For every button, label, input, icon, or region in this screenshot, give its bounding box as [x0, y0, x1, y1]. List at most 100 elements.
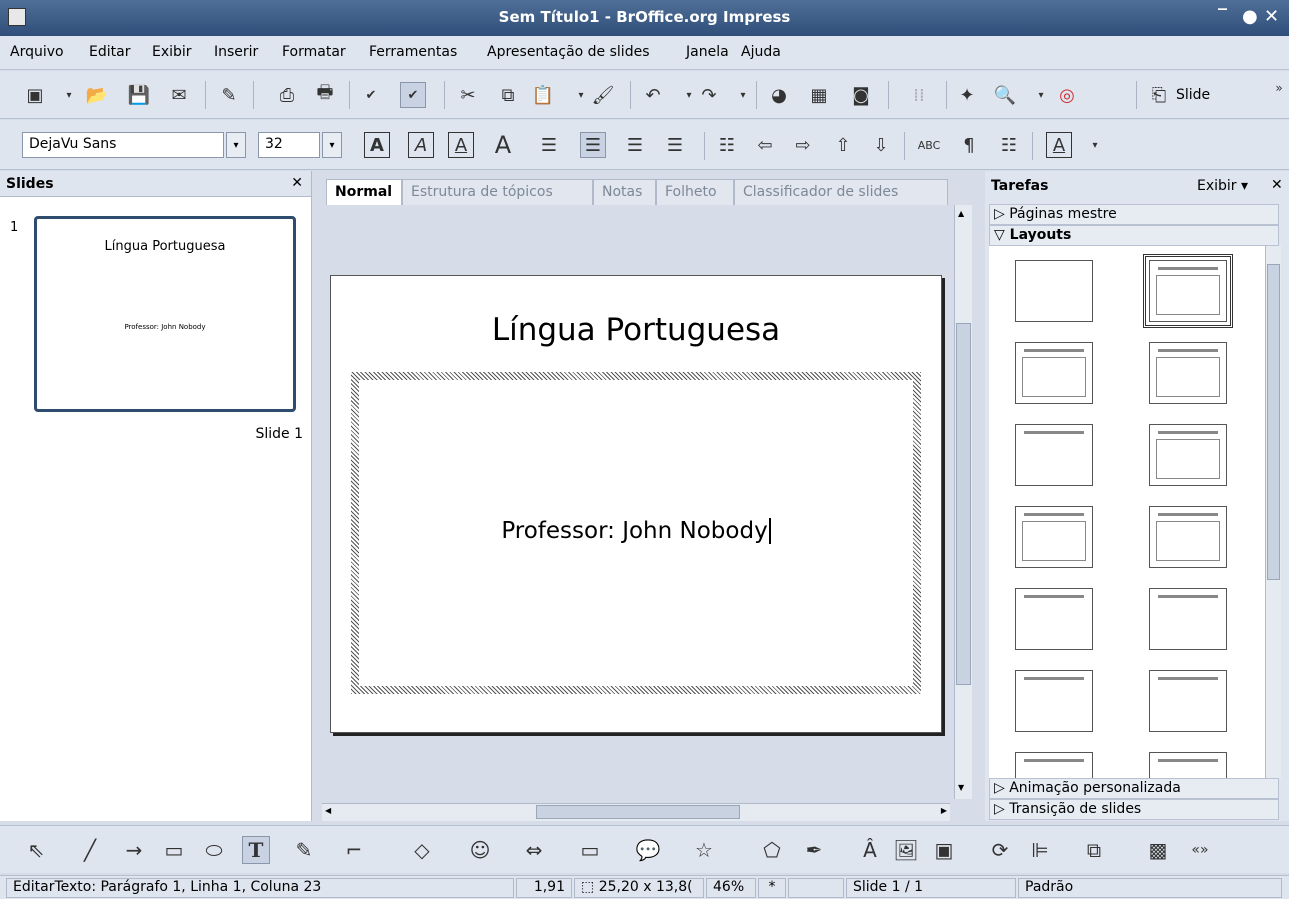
bold-icon[interactable]: A: [364, 132, 390, 158]
paste-icon[interactable]: 📋: [530, 82, 556, 108]
navigator-icon[interactable]: ✦: [954, 82, 980, 108]
layout-title-2-objects[interactable]: [1149, 752, 1227, 778]
format-paintbrush-icon[interactable]: 🖌: [590, 82, 616, 108]
block-arrows-icon[interactable]: ⇔: [520, 836, 548, 864]
rotate-icon[interactable]: ⟳: [986, 836, 1014, 864]
edit-file-icon[interactable]: ✎: [216, 82, 242, 108]
layout-text-chart[interactable]: [1149, 588, 1227, 650]
scroll-right-icon[interactable]: ▶: [941, 806, 947, 815]
horizontal-scrollbar[interactable]: ◀ ▶: [322, 803, 950, 821]
slide-thumbnail[interactable]: Língua Portuguesa Professor: John Nobody: [34, 216, 296, 412]
section-slide-transition[interactable]: ▷ Transição de slides: [989, 799, 1279, 820]
menu-janela[interactable]: Janela: [686, 44, 729, 60]
tab-handout[interactable]: Folheto: [656, 179, 734, 205]
menu-exibir[interactable]: Exibir: [152, 44, 192, 60]
layout-blank[interactable]: [1015, 260, 1093, 322]
horizontal-scroll-thumb[interactable]: [536, 805, 740, 819]
move-up-icon[interactable]: ⇧: [830, 132, 856, 158]
slide-body[interactable]: Professor: John Nobody: [331, 518, 941, 544]
grid-icon[interactable]: ⁞⁞: [906, 82, 932, 108]
help-icon[interactable]: ◎: [1054, 82, 1080, 108]
layouts-scrollbar[interactable]: [1265, 246, 1281, 778]
more-icon[interactable]: »: [1266, 75, 1289, 101]
justify-icon[interactable]: ☰: [662, 132, 688, 158]
font-name-dropdown-icon[interactable]: ▾: [226, 132, 246, 158]
menu-arquivo[interactable]: Arquivo: [10, 44, 64, 60]
promote-icon[interactable]: ⇦: [752, 132, 778, 158]
align-right-icon[interactable]: ☰: [622, 132, 648, 158]
menu-ferramentas[interactable]: Ferramentas: [369, 44, 457, 60]
layout-title-table[interactable]: [1149, 506, 1227, 568]
toggle-extrusion-icon[interactable]: «»: [1186, 836, 1214, 864]
layout-clipart-text[interactable]: [1015, 588, 1093, 650]
display-icon[interactable]: ◙: [848, 82, 874, 108]
from-file-icon[interactable]: 🖼: [892, 836, 920, 864]
email-icon[interactable]: ✉: [166, 82, 192, 108]
symbol-shapes-icon[interactable]: ☺: [466, 836, 494, 864]
align-left-icon[interactable]: ☰: [536, 132, 562, 158]
select-arrow-icon[interactable]: ⇖: [22, 836, 50, 864]
layout-text-clipart[interactable]: [1015, 670, 1093, 732]
character-icon[interactable]: ABC: [916, 132, 942, 158]
tab-slide-sorter[interactable]: Classificador de slides: [734, 179, 948, 205]
layouts-scroll-thumb[interactable]: [1267, 264, 1280, 580]
maximize-icon[interactable]: ●: [1242, 6, 1258, 27]
layout-title-chart[interactable]: [1015, 506, 1093, 568]
zoom-dropdown-icon[interactable]: ▾: [1028, 82, 1054, 108]
save-icon[interactable]: 💾: [126, 82, 152, 108]
slide-button-label[interactable]: Slide: [1176, 87, 1210, 103]
gallery-icon[interactable]: ▣: [930, 836, 958, 864]
autospell-icon[interactable]: ✔: [400, 82, 426, 108]
font-size-dropdown-icon[interactable]: ▾: [322, 132, 342, 158]
basic-shapes-icon[interactable]: ◇: [408, 836, 436, 864]
glue-points-icon[interactable]: ✒: [800, 836, 828, 864]
new-icon[interactable]: ▣: [22, 82, 48, 108]
align-center-icon[interactable]: ☰: [580, 132, 606, 158]
ellipse-icon[interactable]: ⬭: [200, 836, 228, 864]
table-icon[interactable]: ▦: [806, 82, 832, 108]
tab-normal[interactable]: Normal: [326, 179, 402, 205]
demote-icon[interactable]: ⇨: [790, 132, 816, 158]
slide-icon[interactable]: ⎗: [1146, 82, 1172, 108]
slide-title[interactable]: Língua Portuguesa: [331, 312, 941, 348]
menu-editar[interactable]: Editar: [89, 44, 130, 60]
tasks-close-icon[interactable]: ✕: [1271, 177, 1283, 193]
tab-outline[interactable]: Estrutura de tópicos: [402, 179, 593, 205]
zoom-icon[interactable]: 🔍: [992, 82, 1018, 108]
points-icon[interactable]: ⬠: [758, 836, 786, 864]
line-arrow-icon[interactable]: →: [120, 836, 148, 864]
scroll-down-icon[interactable]: ▼: [958, 783, 964, 792]
open-icon[interactable]: 📂: [84, 82, 110, 108]
chart-icon[interactable]: ◕: [766, 82, 792, 108]
status-zoom[interactable]: 46%: [706, 878, 756, 898]
bullets-numbering-icon[interactable]: ☷: [996, 132, 1022, 158]
underline-icon[interactable]: A: [448, 132, 474, 158]
menu-ajuda[interactable]: Ajuda: [741, 44, 781, 60]
curve-icon[interactable]: ✎: [290, 836, 318, 864]
layout-title-2-content[interactable]: [1149, 342, 1227, 404]
alignment-icon[interactable]: ⊫: [1026, 836, 1054, 864]
tab-notes[interactable]: Notas: [593, 179, 656, 205]
close-icon[interactable]: ✕: [1264, 6, 1279, 27]
layout-title-content[interactable]: [1015, 342, 1093, 404]
layout-centered-text[interactable]: [1149, 424, 1227, 486]
copy-icon[interactable]: ⧉: [495, 82, 521, 108]
italic-icon[interactable]: A: [408, 132, 434, 158]
undo-icon[interactable]: ↶: [640, 82, 666, 108]
shadow-icon[interactable]: A: [490, 131, 516, 159]
fontwork-icon[interactable]: Â: [856, 836, 884, 864]
stars-icon[interactable]: ☆: [690, 836, 718, 864]
menu-apresentacao[interactable]: Apresentação de slides: [487, 44, 649, 60]
layout-title-slide[interactable]: [1143, 254, 1233, 328]
text-tool-icon[interactable]: T: [242, 836, 270, 864]
flowchart-icon[interactable]: ▭: [576, 836, 604, 864]
slide-canvas[interactable]: Língua Portuguesa Professor: John Nobody: [330, 275, 942, 733]
font-name-combo[interactable]: DejaVu Sans: [22, 132, 224, 158]
print-icon[interactable]: 🖶: [312, 82, 338, 108]
menu-inserir[interactable]: Inserir: [214, 44, 258, 60]
menu-formatar[interactable]: Formatar: [282, 44, 346, 60]
redo-dropdown-icon[interactable]: ▾: [730, 82, 756, 108]
section-layouts[interactable]: ▽ Layouts: [989, 225, 1279, 246]
connector-icon[interactable]: ⌐: [340, 836, 368, 864]
minimize-icon[interactable]: ‾: [1218, 6, 1227, 27]
